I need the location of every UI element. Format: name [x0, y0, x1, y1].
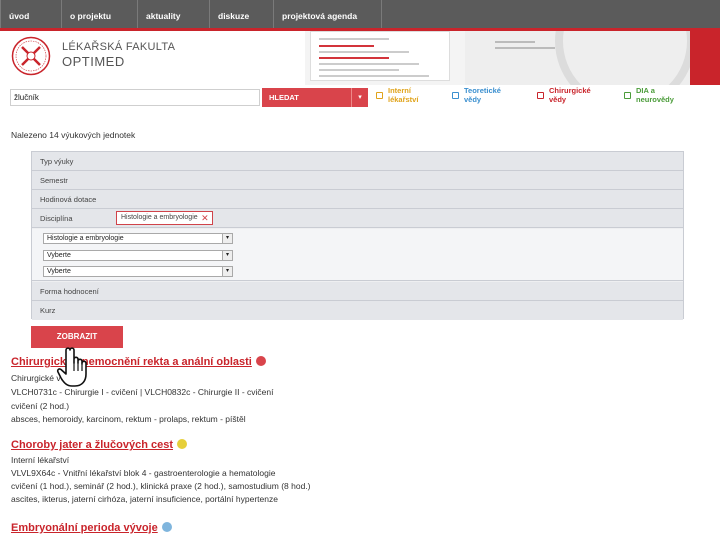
nav-item-o-projektu[interactable]: o projektu [62, 0, 138, 28]
hand-cursor-icon [56, 347, 87, 387]
discipline-select-3[interactable]: Vyberte ▾ [43, 266, 233, 277]
result-keywords: ascites, ikterus, jaterní cirhóza, jater… [11, 494, 278, 504]
result-title-link[interactable]: Embryonální perioda vývoje [11, 522, 172, 534]
checkbox-icon[interactable] [452, 92, 459, 99]
discipline-select-2[interactable]: Vyberte ▾ [43, 250, 233, 261]
discipline-select-1[interactable]: Histologie a embryologie ▾ [43, 233, 233, 244]
faculty-logo[interactable] [11, 36, 51, 76]
discipline-selects: Histologie a embryologie ▾ Vyberte ▾ Vyber… [32, 229, 683, 281]
search-button[interactable]: HLEDAT ▾ [262, 88, 368, 107]
faculty-name: LÉKAŘSKÁ FAKULTA [62, 41, 176, 53]
top-navigation: úvod o projektu aktuality diskuze projek… [0, 0, 720, 31]
chevron-down-icon[interactable]: ▾ [222, 234, 232, 243]
result-title-link[interactable]: Choroby jater a žlučových cest [11, 439, 187, 451]
selected-discipline-tag: Histologie a embryologie ✕ [116, 211, 213, 225]
checkbox-icon[interactable] [376, 92, 383, 99]
checkbox-icon[interactable] [537, 92, 544, 99]
checkbox-icon[interactable] [624, 92, 631, 99]
result-hours: cvičení (2 hod.) [11, 401, 70, 411]
filter-row-forma-hodnoceni[interactable]: Forma hodnocení [32, 282, 683, 301]
filter-row-typ-vyuky[interactable]: Typ výuky [32, 152, 683, 171]
nav-item-projektova-agenda[interactable]: projektová agenda [274, 0, 382, 28]
chevron-down-icon[interactable]: ▾ [351, 88, 368, 107]
nav-item-diskuze[interactable]: diskuze [210, 0, 274, 28]
filter-panel: Typ výuky Semestr Hodinová dotace Discip… [31, 151, 684, 320]
search-input[interactable]: žlučník [10, 89, 260, 106]
brand-name: OPTIMED [62, 54, 125, 69]
category-dot-icon [255, 356, 266, 366]
nav-item-uvod[interactable]: úvod [0, 0, 62, 28]
close-icon[interactable]: ✕ [201, 212, 209, 224]
nav-item-aktuality[interactable]: aktuality [138, 0, 210, 28]
results-count: Nalezeno 14 výukových jednotek [11, 130, 136, 140]
filter-row-semestr[interactable]: Semestr [32, 171, 683, 190]
result-courses: VLCH0731c - Chirurgie I - cvičení | VLCH… [11, 387, 274, 397]
header-decorative-image [305, 31, 720, 85]
category-dot-icon [161, 522, 172, 532]
result-keywords: absces, hemoroidy, karcinom, rektum - pr… [11, 414, 246, 424]
chevron-down-icon[interactable]: ▾ [222, 267, 232, 276]
filter-row-kurz[interactable]: Kurz [32, 301, 683, 320]
show-results-button[interactable]: ZOBRAZIT [31, 326, 123, 348]
category-dot-icon [177, 439, 187, 449]
filter-row-hodinova-dotace[interactable]: Hodinová dotace [32, 190, 683, 209]
site-header: LÉKAŘSKÁ FAKULTA OPTIMED [0, 31, 720, 85]
result-courses: VLVL9X64c - Vnitřní lékařství blok 4 - g… [11, 468, 276, 478]
result-category: Interní lékařství [11, 455, 70, 465]
search-button-label: HLEDAT [269, 93, 299, 102]
result-hours: cvičení (1 hod.), seminář (2 hod.), klin… [11, 481, 311, 491]
filter-row-disciplina[interactable]: Disciplína Histologie a embryologie ✕ [32, 209, 683, 228]
chevron-down-icon[interactable]: ▾ [222, 251, 232, 260]
result-title-link[interactable]: Chirurgická onemocnění rekta a anální ob… [11, 356, 266, 368]
